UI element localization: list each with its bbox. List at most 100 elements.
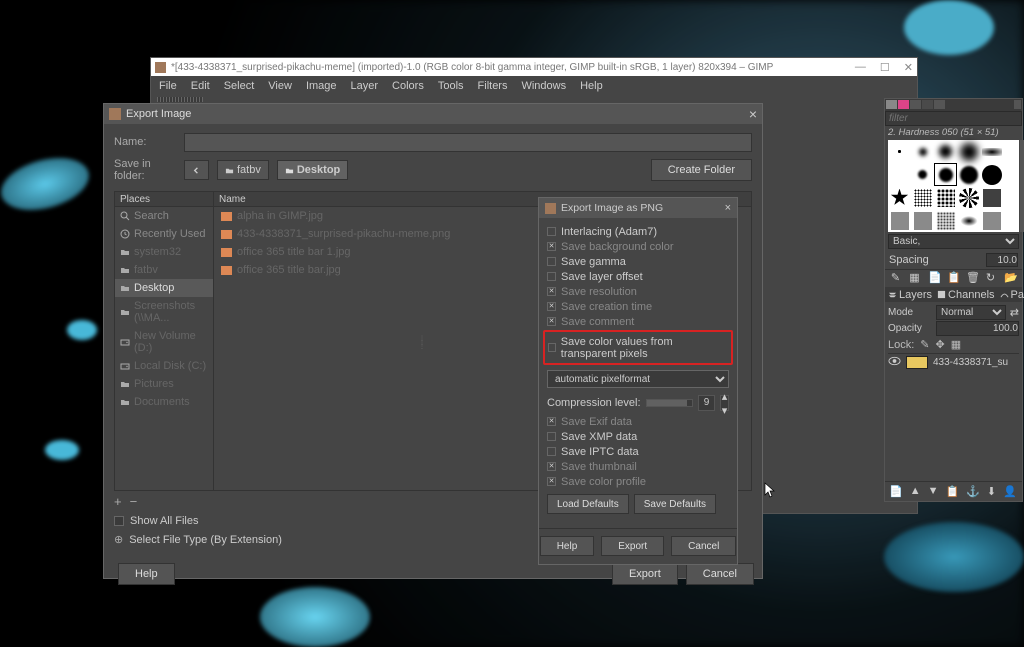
pixelformat-select[interactable]: automatic pixelformat xyxy=(547,370,729,388)
crumb-back[interactable] xyxy=(184,160,209,180)
close-button[interactable]: ✕ xyxy=(904,61,913,74)
save-in-label: Save in folder: xyxy=(114,158,176,182)
layer-action-icons[interactable]: 📄▲▼📋⚓⬇👤🗑 xyxy=(885,481,1022,501)
show-all-label: Show All Files xyxy=(130,515,198,527)
gimp-icon xyxy=(109,108,121,120)
spacing-input[interactable] xyxy=(986,253,1018,267)
load-defaults-button[interactable]: Load Defaults xyxy=(547,494,629,514)
png-checkbox[interactable] xyxy=(547,242,556,251)
lock-pixels-icon[interactable]: ✎ xyxy=(920,338,929,351)
gimp-icon xyxy=(155,62,166,73)
layers-tabbar: Layers Channels Paths ◂ xyxy=(885,287,1022,302)
compression-spinner[interactable]: ▴▾ xyxy=(720,395,729,411)
place-item[interactable]: Recently Used xyxy=(115,225,213,243)
png-checkbox[interactable] xyxy=(547,287,556,296)
ruler xyxy=(157,97,203,102)
png-checkbox[interactable] xyxy=(547,227,556,236)
menu-tools[interactable]: Tools xyxy=(438,80,464,92)
png-help-button[interactable]: Help xyxy=(540,536,595,556)
filename-input[interactable] xyxy=(184,133,752,152)
crumb-folder-desktop[interactable]: Desktop xyxy=(277,160,348,180)
tab-layers[interactable]: Layers xyxy=(888,289,932,301)
export-png-dialog: Export Image as PNG × Interlacing (Adam7… xyxy=(538,197,738,565)
menu-help[interactable]: Help xyxy=(580,80,603,92)
menu-filters[interactable]: Filters xyxy=(478,80,508,92)
menu-colors[interactable]: Colors xyxy=(392,80,424,92)
cursor-icon xyxy=(764,482,776,498)
opacity-input[interactable] xyxy=(936,321,1019,336)
place-item[interactable]: Documents xyxy=(115,393,213,411)
compression-value[interactable]: 9 xyxy=(698,395,715,411)
png-checkbox[interactable] xyxy=(547,462,556,471)
resize-handle[interactable]: ⋮⋮⋮ xyxy=(419,337,425,349)
tab-channels[interactable]: Channels xyxy=(937,289,994,301)
png-cancel-button[interactable]: Cancel xyxy=(671,536,736,556)
compression-slider[interactable] xyxy=(646,399,693,407)
name-label: Name: xyxy=(114,136,176,148)
menu-layer[interactable]: Layer xyxy=(351,80,379,92)
titlebar: *[433-4338371_surprised-pikachu-meme] (i… xyxy=(151,58,917,76)
menu-edit[interactable]: Edit xyxy=(191,80,210,92)
compression-label: Compression level: xyxy=(547,397,641,409)
menu-view[interactable]: View xyxy=(268,80,292,92)
highlighted-option: Save color values from transparent pixel… xyxy=(543,330,733,365)
window-title: *[433-4338371_surprised-pikachu-meme] (i… xyxy=(171,62,855,73)
dock-tabs[interactable] xyxy=(885,99,1022,111)
minimize-button[interactable]: — xyxy=(855,61,866,74)
right-dock-panel: 2. Hardness 050 (51 × 51) Basic, Spacing… xyxy=(884,98,1023,502)
mode-switch-icon[interactable]: ⇄ xyxy=(1010,306,1019,319)
layer-row[interactable]: 433-4338371_su xyxy=(888,353,1019,371)
tab-paths[interactable]: Paths xyxy=(1000,289,1024,301)
png-checkbox[interactable] xyxy=(547,302,556,311)
menu-windows[interactable]: Windows xyxy=(521,80,566,92)
remove-place-button[interactable]: − xyxy=(130,494,138,509)
gimp-icon xyxy=(545,203,556,214)
place-item[interactable]: New Volume (D:) xyxy=(115,327,213,357)
create-folder-button[interactable]: Create Folder xyxy=(651,159,752,181)
place-item[interactable]: Local Disk (C:) xyxy=(115,357,213,375)
lock-label: Lock: xyxy=(888,339,914,351)
show-all-checkbox[interactable] xyxy=(114,516,124,526)
png-export-button[interactable]: Export xyxy=(601,536,664,556)
menu-select[interactable]: Select xyxy=(224,80,255,92)
place-item[interactable]: Screenshots (\\MA... xyxy=(115,297,213,327)
layer-name: 433-4338371_su xyxy=(933,357,1008,368)
maximize-button[interactable]: ☐ xyxy=(880,61,890,74)
visibility-icon[interactable] xyxy=(888,356,901,369)
lock-alpha-icon[interactable]: ▦ xyxy=(951,338,961,351)
png-checkbox[interactable] xyxy=(547,447,556,456)
select-file-type-label[interactable]: Select File Type (By Extension) xyxy=(129,534,282,546)
save-transparent-checkbox[interactable] xyxy=(548,343,556,352)
brush-tool-icons[interactable]: ✎▦📄📋🗑↻📂 xyxy=(885,269,1022,287)
save-transparent-label: Save color values from transparent pixel… xyxy=(561,336,728,360)
close-icon[interactable]: × xyxy=(725,202,731,214)
expand-icon[interactable]: ⊕ xyxy=(114,533,123,546)
brush-label: 2. Hardness 050 (51 × 51) xyxy=(885,126,1022,139)
brush-filter-input[interactable] xyxy=(885,111,1022,126)
png-checkbox[interactable] xyxy=(547,417,556,426)
mode-select[interactable]: Normal xyxy=(936,305,1006,320)
png-checkbox[interactable] xyxy=(547,272,556,281)
place-item[interactable]: system32 xyxy=(115,243,213,261)
png-checkbox[interactable] xyxy=(547,432,556,441)
crumb-folder-fatbv[interactable]: fatbv xyxy=(217,160,269,180)
png-checkbox[interactable] xyxy=(547,317,556,326)
brush-group-select[interactable]: Basic, xyxy=(888,234,1019,249)
add-place-button[interactable]: + xyxy=(114,494,122,509)
png-checkbox[interactable] xyxy=(547,257,556,266)
lock-position-icon[interactable]: ✥ xyxy=(936,338,945,351)
cancel-button[interactable]: Cancel xyxy=(686,563,754,585)
brush-grid[interactable] xyxy=(888,140,1019,232)
save-defaults-button[interactable]: Save Defaults xyxy=(634,494,716,514)
place-item[interactable]: fatbv xyxy=(115,261,213,279)
menu-image[interactable]: Image xyxy=(306,80,337,92)
place-item[interactable]: Pictures xyxy=(115,375,213,393)
help-button[interactable]: Help xyxy=(118,563,175,585)
menu-file[interactable]: File xyxy=(159,80,177,92)
export-title: Export Image xyxy=(126,108,749,120)
png-checkbox[interactable] xyxy=(547,477,556,486)
place-item[interactable]: Search xyxy=(115,207,213,225)
place-item[interactable]: Desktop xyxy=(115,279,213,297)
close-icon[interactable]: × xyxy=(749,106,757,122)
export-button[interactable]: Export xyxy=(612,563,678,585)
